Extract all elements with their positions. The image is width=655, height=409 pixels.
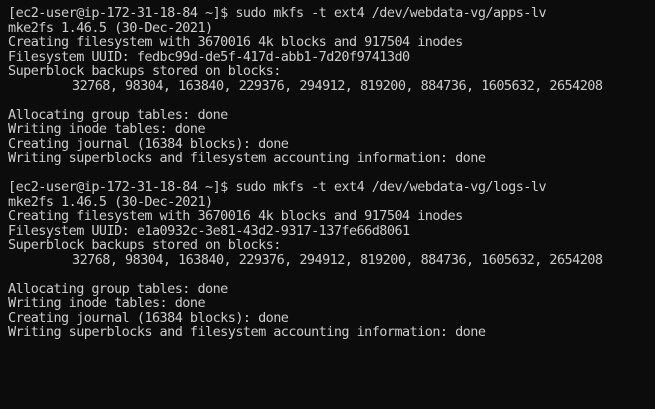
output-journal: Creating journal (16384 blocks): done bbox=[8, 309, 289, 326]
output-creating: Creating filesystem with 3670016 4k bloc… bbox=[8, 208, 463, 224]
output-superblocks: Writing superblocks and filesystem accou… bbox=[8, 150, 486, 166]
command-line: [ec2-user@ip-172-31-18-84 ~]$ sudo mkfs … bbox=[8, 179, 547, 195]
output-uuid: Filesystem UUID: e1a0932c-3e81-43d2-9317… bbox=[8, 222, 410, 239]
output-uuid: Filesystem UUID: fedbc99d-de5f-417d-abb1… bbox=[8, 48, 410, 65]
output-alloc: Allocating group tables: done bbox=[8, 280, 228, 297]
output-inode: Writing inode tables: done bbox=[8, 295, 206, 311]
output-version: mke2fs 1.46.5 (30-Dec-2021) bbox=[8, 19, 213, 36]
output-inode: Writing inode tables: done bbox=[8, 121, 206, 137]
output-alloc: Allocating group tables: done bbox=[8, 106, 228, 123]
terminal-window[interactable]: [ec2-user@ip-172-31-18-84 ~]$ sudo mkfs … bbox=[0, 0, 655, 409]
output-superblocks: Writing superblocks and filesystem accou… bbox=[8, 324, 486, 340]
output-creating: Creating filesystem with 3670016 4k bloc… bbox=[8, 34, 463, 50]
command-line: [ec2-user@ip-172-31-18-84 ~]$ sudo mkfs … bbox=[8, 5, 547, 21]
output-superblock-header: Superblock backups stored on blocks: bbox=[8, 237, 281, 253]
output-version: mke2fs 1.46.5 (30-Dec-2021) bbox=[8, 193, 213, 210]
output-superblock-list: 32768, 98304, 163840, 229376, 294912, 81… bbox=[72, 251, 603, 268]
output-superblock-list: 32768, 98304, 163840, 229376, 294912, 81… bbox=[72, 77, 603, 94]
output-superblock-header: Superblock backups stored on blocks: bbox=[8, 63, 281, 79]
output-journal: Creating journal (16384 blocks): done bbox=[8, 135, 289, 152]
